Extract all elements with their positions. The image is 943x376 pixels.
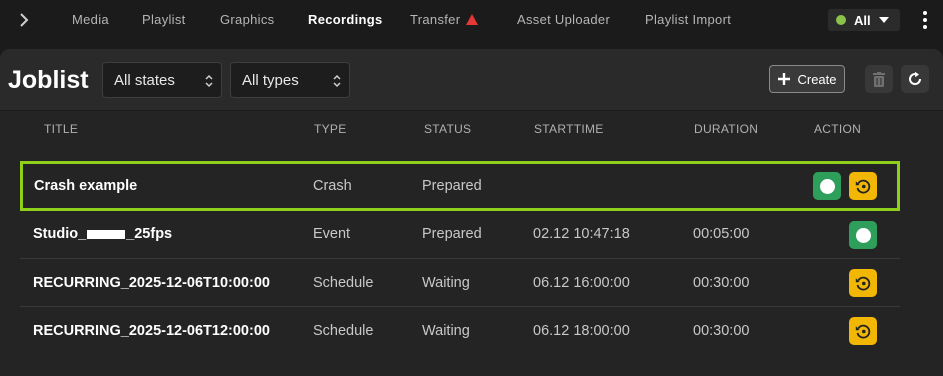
job-status: Prepared <box>422 226 482 242</box>
plus-icon <box>778 73 791 85</box>
tab-playlist[interactable]: Playlist <box>142 12 186 27</box>
job-starttime: 02.12 10:47:18 <box>533 226 630 242</box>
tab-graphics[interactable]: Graphics <box>220 12 274 27</box>
status-dot-icon <box>836 15 846 25</box>
tab-transfer[interactable]: Transfer <box>410 12 479 27</box>
top-nav-bar: Media Playlist Graphics Recordings Trans… <box>0 0 943 40</box>
tab-playlist-import[interactable]: Playlist Import <box>645 12 731 27</box>
refresh-icon <box>909 71 922 86</box>
tab-media[interactable]: Media <box>72 12 109 27</box>
table-row[interactable]: RECURRING_2025-12-06T12:00:00 Schedule W… <box>20 306 900 354</box>
job-type: Event <box>313 226 351 242</box>
trash-icon <box>873 71 885 87</box>
record-button[interactable] <box>813 172 841 200</box>
job-title: Crash example <box>34 178 138 194</box>
column-header-title[interactable]: TITLE <box>44 122 78 136</box>
joblist-header: Joblist All states All types Create <box>0 49 943 111</box>
state-filter-select[interactable]: All states <box>102 62 222 98</box>
create-button[interactable]: Create <box>769 65 845 93</box>
table-row-selected[interactable]: Crash example Crash Prepared <box>20 161 900 211</box>
column-header-action: ACTION <box>814 122 862 136</box>
job-title-prefix: Studio_ <box>33 226 87 242</box>
job-type: Schedule <box>313 322 374 339</box>
page-title: Joblist <box>8 66 89 94</box>
record-icon <box>819 178 835 194</box>
restart-button[interactable] <box>849 172 877 200</box>
table-row[interactable]: Studio_ _25fps Event Prepared 02.12 10:47… <box>20 210 900 258</box>
more-menu-icon[interactable] <box>921 11 929 29</box>
record-button[interactable] <box>849 221 877 249</box>
column-header-duration[interactable]: DURATION <box>694 122 758 136</box>
job-duration: 00:30:00 <box>693 274 750 291</box>
restart-button[interactable] <box>849 269 877 297</box>
scope-filter-dropdown[interactable]: All <box>828 9 900 31</box>
column-header-starttime[interactable]: STARTTIME <box>534 122 604 136</box>
type-filter-value: All types <box>242 71 299 89</box>
delete-button[interactable] <box>865 65 893 93</box>
job-duration: 00:05:00 <box>693 226 750 242</box>
expand-chevron-icon[interactable] <box>14 10 34 30</box>
job-starttime: 06.12 18:00:00 <box>533 322 630 339</box>
chevron-down-icon <box>878 17 889 23</box>
column-header-type[interactable]: TYPE <box>314 122 347 136</box>
job-title-suffix: _25fps <box>126 226 173 242</box>
column-header-status[interactable]: STATUS <box>424 122 471 136</box>
job-status: Waiting <box>422 322 470 339</box>
job-status: Waiting <box>422 274 470 291</box>
type-filter-select[interactable]: All types <box>230 62 350 98</box>
updown-caret-icon <box>333 74 341 88</box>
refresh-button[interactable] <box>901 65 929 93</box>
job-title: RECURRING_2025-12-06T12:00:00 <box>33 322 270 339</box>
job-type: Schedule <box>313 274 374 291</box>
state-filter-value: All states <box>114 71 175 89</box>
job-starttime: 06.12 16:00:00 <box>533 274 630 291</box>
restart-icon <box>855 179 871 194</box>
job-type: Crash <box>313 178 352 194</box>
create-button-label: Create <box>797 71 837 87</box>
restart-button[interactable] <box>849 317 877 345</box>
updown-caret-icon <box>205 74 213 88</box>
joblist-panel: Joblist All states All types Create TITL… <box>0 49 943 376</box>
restart-icon <box>855 276 871 291</box>
tab-asset-uploader[interactable]: Asset Uploader <box>517 12 610 27</box>
scope-filter-value: All <box>854 12 871 28</box>
job-duration: 00:30:00 <box>693 322 750 339</box>
job-title: RECURRING_2025-12-06T10:00:00 <box>33 274 270 291</box>
table-row[interactable]: RECURRING_2025-12-06T10:00:00 Schedule W… <box>20 258 900 306</box>
record-icon <box>855 227 871 243</box>
restart-icon <box>855 324 871 339</box>
tab-transfer-label: Transfer <box>410 12 461 27</box>
job-title: Studio_ _25fps <box>33 210 172 258</box>
job-status: Prepared <box>422 178 482 194</box>
warning-icon <box>466 14 479 25</box>
tab-recordings[interactable]: Recordings <box>308 12 383 27</box>
redacted-text <box>87 229 126 239</box>
